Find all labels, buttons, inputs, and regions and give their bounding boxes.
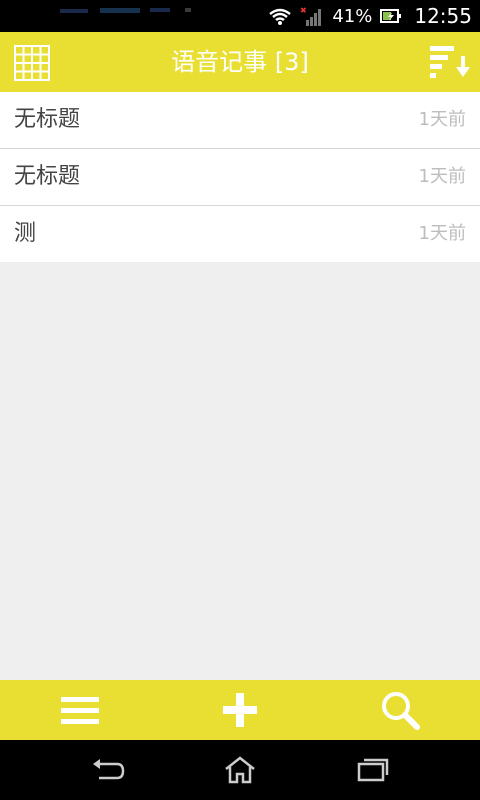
list-item[interactable]: 无标题 1天前 [0,149,480,206]
add-button[interactable] [200,680,280,740]
svg-text:✖: ✖ [300,6,307,15]
app-bar: 语音记事 [3] [0,32,480,92]
status-bar: ✖ 41% 12:55 [0,0,480,32]
bottom-toolbar [0,680,480,740]
wifi-icon [269,8,292,25]
note-time: 1天前 [418,109,466,130]
notification-icons [60,8,191,13]
battery-percent: 41% [332,5,373,27]
note-title: 无标题 [14,164,81,189]
list-item[interactable]: 测 1天前 [0,206,480,262]
back-icon [93,759,125,780]
clock: 12:55 [414,4,472,28]
home-button[interactable] [200,740,280,800]
note-title: 测 [14,221,37,246]
back-button[interactable] [68,740,148,800]
system-nav-bar [0,740,480,800]
add-icon [223,693,257,727]
search-button[interactable] [360,680,440,740]
sort-button[interactable] [430,44,470,80]
notes-list: 无标题 1天前 无标题 1天前 测 1天前 [0,92,480,262]
sort-icon [430,46,470,78]
note-time: 1天前 [418,223,466,244]
note-time: 1天前 [418,166,466,187]
menu-icon [61,697,99,724]
page-title: 语音记事 [3] [171,48,309,76]
recent-apps-icon [357,758,389,782]
signal-icon: ✖ [300,6,322,26]
search-icon [382,692,420,730]
recent-apps-button[interactable] [333,740,413,800]
list-item[interactable]: 无标题 1天前 [0,92,480,149]
home-icon [225,756,255,784]
status-right: ✖ 41% 12:55 [268,0,472,32]
note-title: 无标题 [14,107,81,132]
menu-button[interactable] [40,680,120,740]
battery-icon [380,9,402,23]
